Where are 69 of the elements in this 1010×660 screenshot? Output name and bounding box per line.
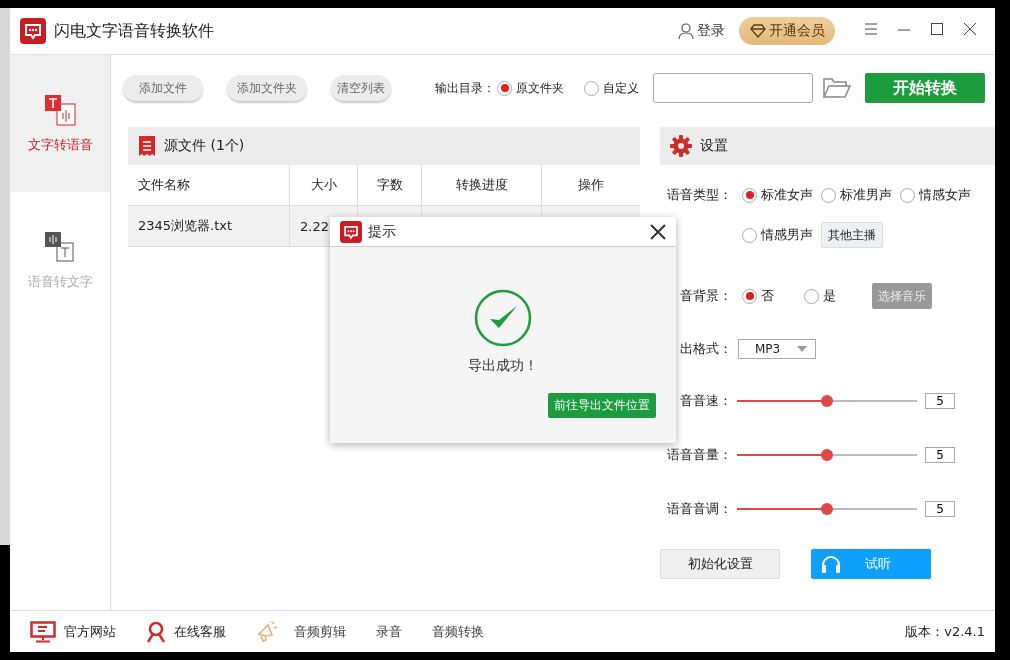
vip-button[interactable]: 开通会员 [739, 17, 835, 45]
table-cell: 2345浏览器.txt [128, 206, 290, 246]
slider-track[interactable] [737, 503, 917, 515]
setting-label: 音音速： [679, 392, 732, 410]
setting-label: 语音类型： [666, 186, 732, 204]
folder-icon[interactable] [823, 78, 851, 98]
footer-link[interactable]: 官方网站 [30, 620, 116, 643]
start-button[interactable]: 开始转换 [865, 73, 985, 103]
slider-track[interactable] [737, 395, 917, 407]
column-header: 转换进度 [422, 165, 542, 205]
footer-link[interactable]: 音频剪辑 [256, 620, 346, 643]
document-icon [138, 135, 156, 157]
monitor-icon [30, 620, 56, 643]
slider-track[interactable] [737, 449, 917, 461]
headphones-icon [821, 555, 841, 573]
settings-title: 设置 [700, 137, 728, 155]
format-dropdown[interactable]: MP3 [738, 339, 816, 359]
footer-link[interactable]: 录音 [376, 622, 402, 641]
toolbar-button[interactable]: 添加文件 [123, 75, 203, 101]
person-icon [146, 620, 166, 643]
slider-thumb[interactable] [821, 449, 833, 461]
caret-icon [797, 346, 807, 352]
setting-label: 语音音量： [666, 446, 732, 464]
radio-option[interactable]: 是 [804, 287, 836, 305]
reset-button[interactable]: 初始化设置 [660, 549, 780, 579]
app-logo-icon [340, 220, 362, 243]
value-box[interactable]: 5 [925, 393, 955, 409]
close-icon[interactable] [650, 223, 666, 240]
version-text: 版本：v2.4.1 [905, 622, 985, 641]
login-button[interactable]: 登录 [678, 22, 725, 40]
column-header: 操作 [577, 176, 605, 194]
setting-label: 语音音调： [666, 500, 732, 518]
footer-link[interactable]: 在线客服 [146, 620, 226, 643]
toolbar-button[interactable]: 清空列表 [331, 75, 391, 101]
success-check-icon [474, 289, 532, 347]
text-to-speech-icon [44, 93, 76, 126]
radio-option[interactable]: 自定义 [584, 79, 639, 97]
column-header: 大小 [290, 165, 358, 205]
output-label: 输出目录： [435, 79, 495, 97]
app-logo-icon [20, 18, 46, 44]
toolbar-button[interactable]: 添加文件夹 [227, 75, 307, 101]
path-field[interactable] [653, 73, 813, 103]
radio-option[interactable]: 标准男声 [821, 186, 892, 204]
radio-option[interactable]: 情感男声 [742, 226, 813, 244]
radio-option[interactable]: 否 [742, 287, 774, 305]
other-voices-button[interactable]: 其他主播 [821, 222, 883, 248]
column-header: 文件名称 [128, 165, 290, 205]
sidebar-item[interactable]: 文字转语音 [10, 55, 110, 192]
setting-label: 音背景： [679, 287, 732, 305]
dialog-message: 导出成功！ [468, 357, 538, 375]
open-folder-button[interactable]: 前往导出文件位置 [548, 393, 656, 418]
radio-option[interactable]: 原文件夹 [497, 79, 564, 97]
value-box[interactable]: 5 [925, 447, 955, 463]
file-list-title: 源文件 (1个) [164, 137, 245, 155]
dialog-title: 提示 [368, 222, 397, 241]
diamond-icon [749, 24, 766, 38]
speech-to-text-icon [44, 230, 76, 263]
user-icon [678, 23, 694, 39]
footer-link[interactable]: 音频转换 [432, 622, 484, 641]
gear-icon [670, 135, 692, 157]
slider-thumb[interactable] [821, 503, 833, 515]
column-header: 字数 [358, 165, 422, 205]
value-box[interactable]: 5 [925, 501, 955, 517]
window-title: 闪电文字语音转换软件 [54, 20, 215, 42]
slider-thumb[interactable] [821, 395, 833, 407]
setting-label: 出格式： [679, 340, 732, 358]
radio-option[interactable]: 情感女声 [900, 186, 971, 204]
megaphone-icon [256, 620, 278, 643]
radio-option[interactable]: 标准女声 [742, 186, 813, 204]
